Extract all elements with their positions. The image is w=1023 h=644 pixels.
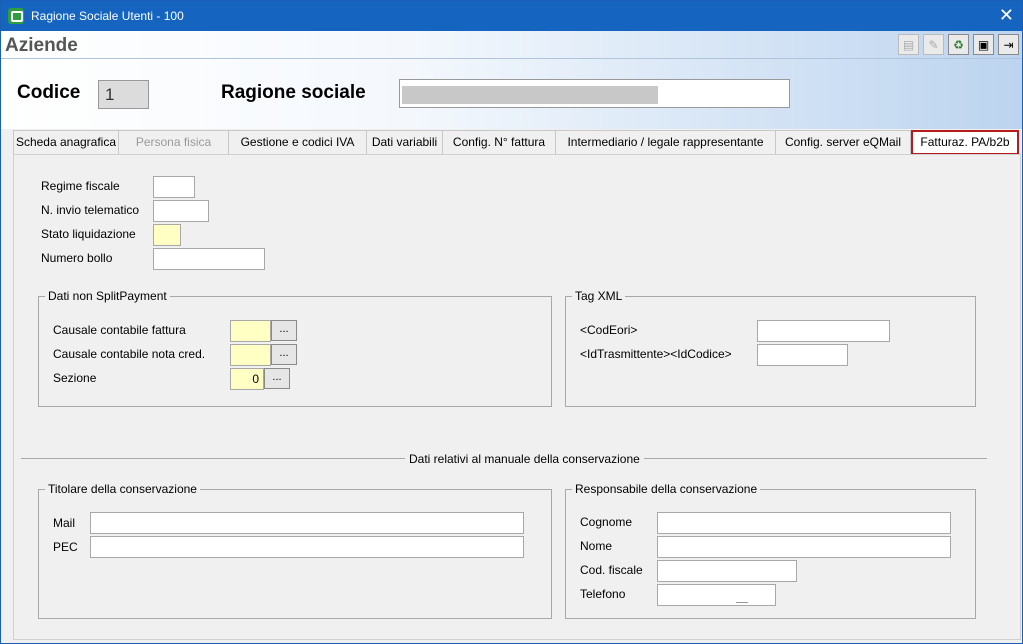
tab-scheda-anagrafica[interactable]: Scheda anagrafica xyxy=(13,130,119,155)
sezione-label: Sezione xyxy=(53,371,97,385)
ragione-sociale-label: Ragione sociale xyxy=(221,82,366,103)
close-icon[interactable]: ✕ xyxy=(999,5,1014,25)
header-area: Aziende ▤ ✎ ♻ ▣ ⇥ Codice 1 Ragione socia… xyxy=(1,31,1022,129)
tab-fatturaz-pa-b2b[interactable]: Fatturaz. PA/b2b xyxy=(911,130,1019,155)
invio-telematico-label: N. invio telematico xyxy=(41,203,140,217)
tab-config-server-eqmail[interactable]: Config. server eQMail xyxy=(775,130,911,155)
report-button[interactable]: ▤ xyxy=(898,34,919,55)
regime-fiscale-input[interactable] xyxy=(153,176,195,198)
causale-fattura-lookup-button[interactable]: ... xyxy=(271,320,297,341)
causale-nota-label: Causale contabile nota cred. xyxy=(53,347,206,361)
redacted-text xyxy=(402,86,658,104)
cognome-label: Cognome xyxy=(580,515,633,529)
split-payment-legend: Dati non SplitPayment xyxy=(48,289,167,303)
app-icon xyxy=(8,8,24,24)
exit-icon: ⇥ xyxy=(1003,37,1014,52)
codfiscale-label: Cod. fiscale xyxy=(580,563,643,577)
invio-telematico-input[interactable] xyxy=(153,200,209,222)
recycle-button[interactable]: ♻ xyxy=(948,34,969,55)
save-button[interactable]: ▣ xyxy=(973,34,994,55)
telefono-input[interactable] xyxy=(657,584,776,606)
tab-persona-fisica[interactable]: Persona fisica xyxy=(118,130,229,155)
codice-label: Codice xyxy=(17,82,81,103)
tab-dati-variabili[interactable]: Dati variabili xyxy=(366,130,443,155)
sezione-input[interactable]: 0 xyxy=(230,368,264,390)
codeori-input[interactable] xyxy=(757,320,890,342)
nome-input[interactable] xyxy=(657,536,951,558)
tag-xml-legend: Tag XML xyxy=(575,289,623,303)
cognome-input[interactable] xyxy=(657,512,951,534)
nome-label: Nome xyxy=(580,539,613,553)
regime-fiscale-label: Regime fiscale xyxy=(41,179,120,193)
codice-field[interactable]: 1 xyxy=(98,80,149,109)
codeori-label: <CodEori> xyxy=(580,323,638,337)
stato-liquidazione-input[interactable] xyxy=(153,224,181,246)
title-divider xyxy=(1,58,1022,59)
pec-input[interactable] xyxy=(90,536,524,558)
tab-intermediario[interactable]: Intermediario / legale rappresentante xyxy=(555,130,776,155)
conservazione-title: Dati relativi al manuale della conservaz… xyxy=(405,452,644,466)
ragione-sociale-input[interactable] xyxy=(399,79,790,108)
page-title: Aziende xyxy=(5,35,78,56)
causale-fattura-label: Causale contabile fattura xyxy=(53,323,186,337)
app-window: Ragione Sociale Utenti - 100 ✕ Aziende ▤… xyxy=(0,0,1023,644)
titolare-legend: Titolare della conservazione xyxy=(48,482,197,496)
numero-bollo-input[interactable] xyxy=(153,248,265,270)
sezione-lookup-button[interactable]: ... xyxy=(264,368,290,389)
recycle-icon: ♻ xyxy=(953,37,964,52)
idtrasmittente-label: <IdTrasmittente><IdCodice> xyxy=(580,347,732,361)
idtrasmittente-input[interactable] xyxy=(757,344,848,366)
report-icon: ▤ xyxy=(902,37,915,52)
numero-bollo-label: Numero bollo xyxy=(41,251,113,265)
title-bar: Ragione Sociale Utenti - 100 ✕ xyxy=(1,1,1022,31)
codfiscale-input[interactable] xyxy=(657,560,797,582)
tab-gestione-iva[interactable]: Gestione e codici IVA xyxy=(228,130,367,155)
causale-nota-input[interactable] xyxy=(230,344,271,366)
telefono-label: Telefono xyxy=(580,587,626,601)
edit-icon: ✎ xyxy=(928,37,939,52)
responsabile-legend: Responsabile della conservazione xyxy=(575,482,758,496)
stato-liquidazione-label: Stato liquidazione xyxy=(41,227,136,241)
mail-label: Mail xyxy=(53,516,76,530)
edit-button[interactable]: ✎ xyxy=(923,34,944,55)
exit-button[interactable]: ⇥ xyxy=(998,34,1019,55)
mail-input[interactable] xyxy=(90,512,524,534)
tab-config-n-fattura[interactable]: Config. N° fattura xyxy=(442,130,556,155)
causale-fattura-input[interactable] xyxy=(230,320,271,342)
window-title: Ragione Sociale Utenti - 100 xyxy=(31,9,184,23)
telefono-cursor-mark xyxy=(736,602,748,603)
pec-label: PEC xyxy=(53,540,78,554)
save-icon: ▣ xyxy=(977,37,990,52)
causale-nota-lookup-button[interactable]: ... xyxy=(271,344,297,365)
